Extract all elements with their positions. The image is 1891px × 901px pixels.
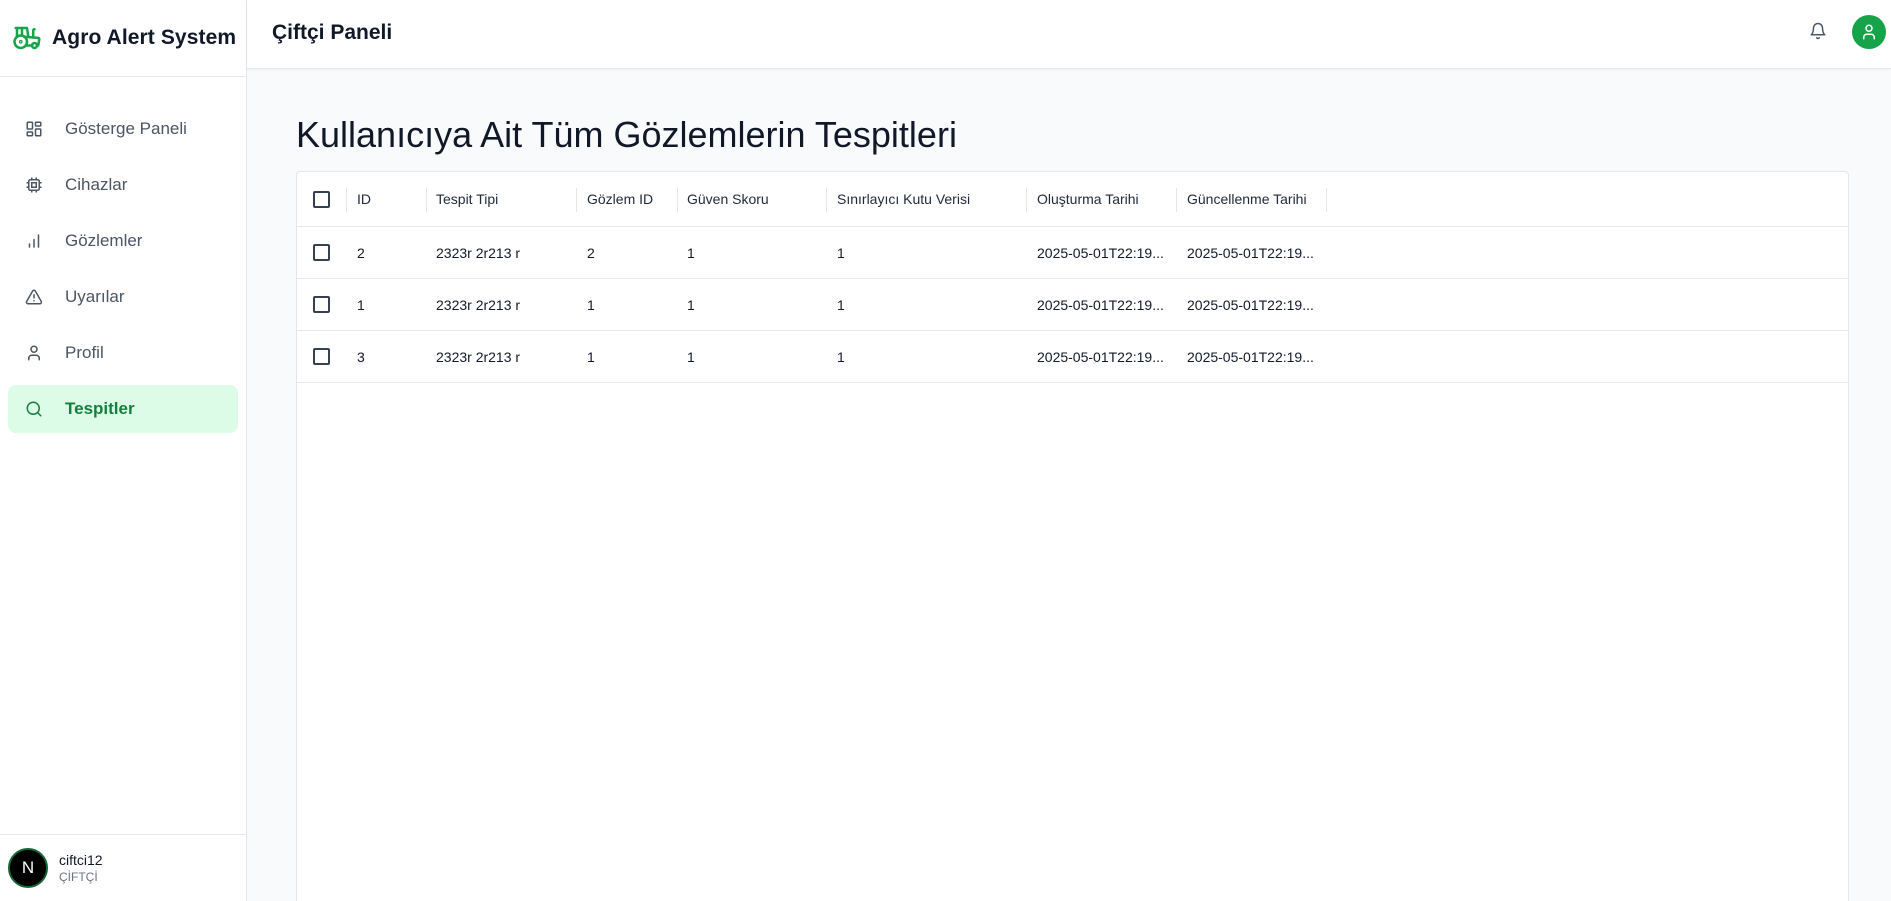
cell-sinirlayici-kutu: 1 (837, 244, 845, 261)
sidebar-item-label: Gözlemler (65, 231, 143, 250)
sidebar-item-label: Gösterge Paneli (65, 119, 187, 138)
chip-icon (25, 176, 43, 194)
cell-olusturma-tarihi: 2025-05-01T22:19... (1037, 296, 1164, 313)
avatar[interactable]: N (8, 848, 48, 888)
cell-gozlem-id: 1 (587, 296, 595, 313)
sidebar-item-cihazlar[interactable]: Cihazlar (8, 161, 238, 209)
cell-tespit-tipi: 2323r 2r213 r (436, 296, 521, 313)
cell-gozlem-id: 1 (587, 348, 595, 365)
user-icon (25, 344, 43, 362)
sidebar-item-label: Uyarılar (65, 287, 125, 306)
brand[interactable]: Agro Alert System (0, 0, 246, 77)
column-separator[interactable] (1176, 188, 1177, 212)
column-separator[interactable] (826, 188, 827, 212)
user-meta: ciftci12 ÇİFTÇİ (59, 852, 103, 884)
sidebar-item-gozlemler[interactable]: Gözlemler (8, 217, 238, 265)
sidebar-item-profil[interactable]: Profil (8, 329, 238, 377)
select-all-checkbox-cell (313, 172, 330, 226)
column-header-sinirlayici-kutu[interactable]: Sınırlayıcı Kutu Verisi (837, 172, 1027, 226)
row-checkbox-cell (313, 279, 330, 330)
cell-sinirlayici-kutu: 1 (837, 296, 845, 313)
sidebar: Agro Alert System Gösterge Paneli Cihazl… (0, 0, 247, 901)
cell-guven-skoru: 1 (687, 244, 695, 261)
search-icon (25, 400, 43, 418)
cell-id: 1 (357, 296, 365, 313)
cell-sinirlayici-kutu: 1 (837, 348, 845, 365)
brand-title: Agro Alert System (52, 26, 237, 49)
cell-guncellenme-tarihi: 2025-05-01T22:19... (1187, 244, 1314, 261)
row-checkbox-cell (313, 331, 330, 382)
sidebar-item-uyarilar[interactable]: Uyarılar (8, 273, 238, 321)
column-header-gozlem-id[interactable]: Gözlem ID (587, 172, 677, 226)
table-row[interactable]: 1 2323r 2r213 r 1 1 1 2025-05-01T22:19..… (297, 279, 1848, 331)
column-header-id[interactable]: ID (357, 172, 427, 226)
cell-guncellenme-tarihi: 2025-05-01T22:19... (1187, 348, 1314, 365)
user-circle-icon[interactable] (1852, 15, 1886, 49)
table-row[interactable]: 3 2323r 2r213 r 1 1 1 2025-05-01T22:19..… (297, 331, 1848, 383)
sidebar-item-label: Tespitler (65, 399, 135, 418)
cell-tespit-tipi: 2323r 2r213 r (436, 348, 521, 365)
dashboard-grid-icon (25, 120, 43, 138)
column-separator[interactable] (576, 188, 577, 212)
column-header-tespit-tipi[interactable]: Tespit Tipi (436, 172, 576, 226)
column-separator[interactable] (1026, 188, 1027, 212)
cell-olusturma-tarihi: 2025-05-01T22:19... (1037, 244, 1164, 261)
select-all-checkbox[interactable] (313, 190, 330, 208)
cell-guven-skoru: 1 (687, 348, 695, 365)
sidebar-item-gosterge-paneli[interactable]: Gösterge Paneli (8, 105, 238, 153)
bell-icon[interactable] (1807, 20, 1829, 42)
page-title: Çiftçi Paneli (272, 21, 393, 44)
top-bar: Çiftçi Paneli (247, 0, 1891, 69)
column-separator[interactable] (426, 188, 427, 212)
table-row[interactable]: 2 2323r 2r213 r 2 1 1 2025-05-01T22:19..… (297, 227, 1848, 279)
row-checkbox[interactable] (313, 296, 330, 313)
cell-olusturma-tarihi: 2025-05-01T22:19... (1037, 348, 1164, 365)
detections-heading: Kullanıcıya Ait Tüm Gözlemlerin Tespitle… (296, 114, 957, 155)
cell-tespit-tipi: 2323r 2r213 r (436, 244, 521, 261)
row-checkbox-cell (313, 227, 330, 278)
cell-id: 3 (357, 348, 365, 365)
sidebar-item-label: Cihazlar (65, 175, 128, 194)
column-separator[interactable] (346, 188, 347, 212)
row-checkbox[interactable] (313, 244, 330, 261)
sidebar-item-label: Profil (65, 343, 104, 362)
detections-table: ID Tespit Tipi Gözlem ID Güven Skoru Sın… (296, 171, 1849, 901)
cell-guncellenme-tarihi: 2025-05-01T22:19... (1187, 296, 1314, 313)
row-checkbox[interactable] (313, 348, 330, 365)
column-header-guncellenme-tarihi[interactable]: Güncellenme Tarihi (1187, 172, 1327, 226)
cell-gozlem-id: 2 (587, 244, 595, 261)
warning-triangle-icon (25, 288, 43, 306)
column-header-olusturma-tarihi[interactable]: Oluşturma Tarihi (1037, 172, 1177, 226)
cell-id: 2 (357, 244, 365, 261)
tractor-icon (12, 23, 42, 53)
column-separator[interactable] (677, 188, 678, 212)
cell-guven-skoru: 1 (687, 296, 695, 313)
column-header-guven-skoru[interactable]: Güven Skoru (687, 172, 827, 226)
user-card[interactable]: N ciftci12 ÇİFTÇİ (0, 834, 246, 901)
column-separator[interactable] (1326, 188, 1327, 212)
sidebar-item-tespitler[interactable]: Tespitler (8, 385, 238, 433)
sidebar-nav: Gösterge Paneli Cihazlar Gözlemler Uyarı… (0, 77, 246, 433)
user-name: ciftci12 (59, 852, 103, 868)
bar-chart-icon (25, 232, 43, 250)
table-header: ID Tespit Tipi Gözlem ID Güven Skoru Sın… (297, 172, 1848, 227)
user-role: ÇİFTÇİ (59, 870, 98, 884)
